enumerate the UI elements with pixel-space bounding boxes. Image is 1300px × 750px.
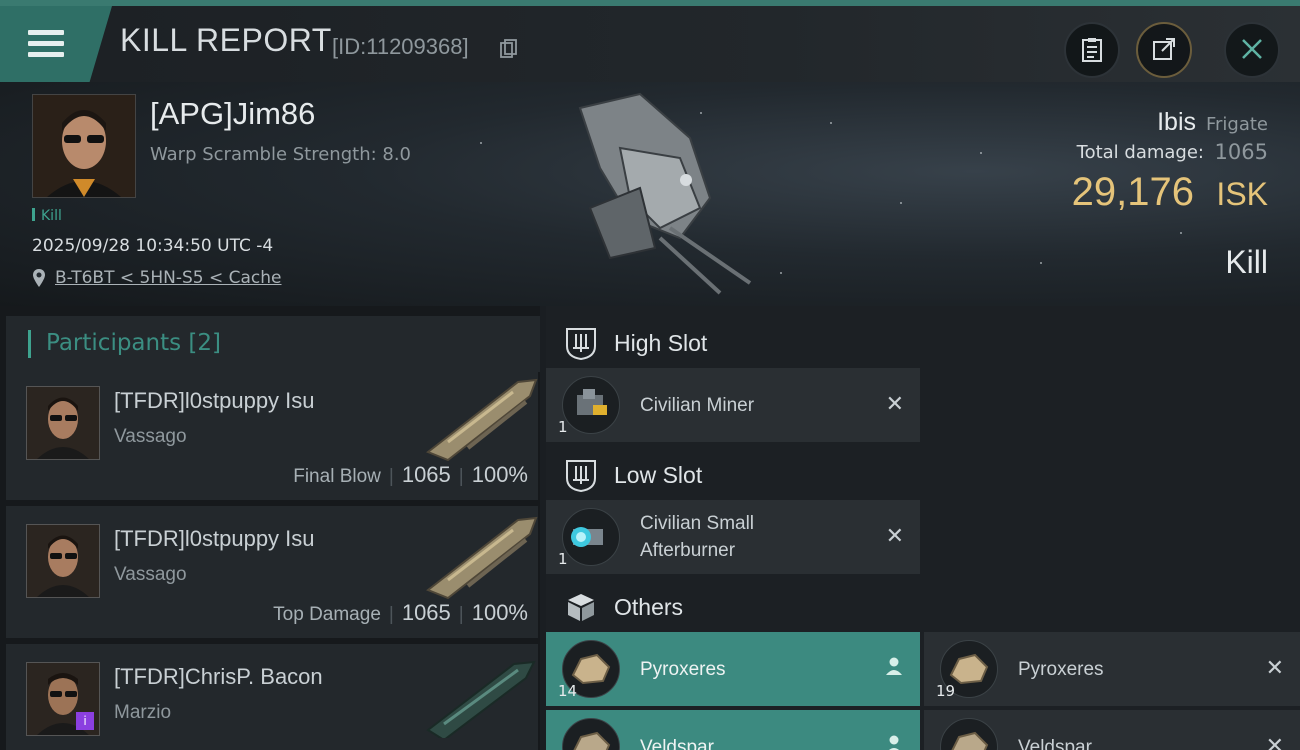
cargo-item[interactable]: 14 Pyroxeres	[546, 632, 920, 706]
location-link[interactable]: B-T6BT < 5HN-S5 < Cache	[55, 268, 282, 288]
participant-card[interactable]: i [TFDR]ChrisP. Bacon Marzio	[6, 644, 538, 750]
participant-ship: Vassago	[114, 564, 187, 585]
ore-icon	[562, 718, 620, 750]
isk-value: 29,176	[1071, 170, 1194, 214]
high-slot-icon	[566, 328, 596, 360]
avatar	[33, 95, 135, 197]
participant-percent: 100%	[471, 462, 528, 487]
remove-icon[interactable]: ✕	[1266, 734, 1284, 750]
item-quantity: 1	[558, 550, 568, 568]
high-slot-header: High Slot	[546, 312, 1300, 372]
clipboard-button[interactable]	[1064, 22, 1120, 78]
item-name: Veldspar	[640, 737, 714, 750]
hamburger-icon	[28, 30, 64, 63]
low-slot-label: Low Slot	[614, 462, 703, 488]
share-icon	[1153, 38, 1175, 60]
participant-name: [TFDR]l0stpuppy Isu	[114, 526, 315, 551]
participants-label: Participants [2]	[46, 330, 221, 356]
item-name: Pyroxeres	[1018, 659, 1104, 680]
user-icon[interactable]	[884, 734, 904, 750]
ship-render	[578, 92, 752, 295]
civilian-miner-icon	[562, 376, 620, 434]
victim-portrait[interactable]	[32, 94, 136, 198]
page-title: KILL REPORT	[120, 22, 332, 58]
isk-unit: ISK	[1216, 176, 1268, 212]
avatar	[26, 524, 100, 598]
fitting-panel: High Slot 1 Civilian Miner ✕ Low Slot 1 …	[546, 306, 1300, 750]
item-quantity: 14	[558, 682, 578, 700]
item-quantity: 19	[936, 682, 956, 700]
ore-icon	[940, 718, 998, 750]
participant-percent: 100%	[471, 600, 528, 625]
participant-name: [TFDR]ChrisP. Bacon	[114, 664, 323, 689]
participant-damage: 1065	[401, 600, 451, 625]
participant-stats: Top Damage | 1065 | 100%	[273, 600, 528, 625]
kill-id: [ID:11209368]	[332, 34, 469, 59]
kill-timestamp: 2025/09/28 10:34:50 UTC -4	[32, 236, 274, 256]
participant-card[interactable]: [TFDR]l0stpuppy Isu Vassago Top Damage | 1…	[6, 506, 538, 638]
total-damage-value: 1065	[1214, 140, 1268, 164]
participant-stats: Final Blow | 1065 | 100%	[293, 462, 528, 487]
cargo-item[interactable]: 19 Pyroxeres ✕	[924, 632, 1300, 706]
participant-ship: Vassago	[114, 426, 187, 447]
remove-icon[interactable]: ✕	[886, 524, 904, 549]
participant-ship-icon	[426, 378, 538, 462]
kill-result: Kill	[1225, 244, 1268, 280]
user-icon[interactable]	[884, 656, 904, 676]
close-icon	[1242, 39, 1262, 59]
close-button[interactable]	[1224, 22, 1280, 78]
participant-name: [TFDR]l0stpuppy Isu	[114, 388, 315, 413]
ship-class: Frigate	[1205, 114, 1268, 135]
victim-summary: [APG]Jim86 Warp Scramble Strength: 8.0 K…	[0, 82, 1300, 306]
item-name: Veldspar	[1018, 737, 1092, 750]
victim-name[interactable]: [APG]Jim86	[150, 96, 315, 132]
kill-type-tag: Kill	[32, 208, 62, 224]
item-quantity: 1	[558, 418, 568, 436]
info-badge-icon: i	[76, 712, 94, 730]
clipboard-icon	[1082, 38, 1102, 62]
others-label: Others	[614, 594, 684, 620]
participant-role: Final Blow	[293, 466, 381, 487]
others-header: Others	[546, 576, 1300, 636]
header-bar: KILL REPORT [ID:11209368]	[0, 6, 1300, 82]
warp-scramble-strength: Warp Scramble Strength: 8.0	[150, 144, 412, 165]
cargo-box-icon	[568, 594, 594, 621]
module-item[interactable]: 1 Civilian Miner ✕	[546, 368, 920, 442]
participant-card[interactable]: [TFDR]l0stpuppy Isu Vassago Final Blow | 1…	[6, 368, 538, 500]
module-item[interactable]: 1 Civilian Small Afterburner ✕	[546, 500, 920, 574]
cargo-item[interactable]: Veldspar ✕	[924, 710, 1300, 750]
item-name: Civilian Small Afterburner	[640, 513, 755, 561]
remove-icon[interactable]: ✕	[1266, 656, 1284, 681]
participants-panel: Participants [2] [TFDR]l0stpuppy Isu Vas…	[0, 306, 540, 750]
participants-header[interactable]: Participants [2]	[6, 316, 540, 372]
participant-damage: 1065	[401, 462, 451, 487]
high-slot-label: High Slot	[614, 330, 708, 356]
share-button[interactable]	[1136, 22, 1192, 78]
cargo-item[interactable]: Veldspar	[546, 710, 920, 750]
total-damage-label: Total damage:	[1076, 142, 1204, 163]
ship-name: Ibis	[1157, 108, 1196, 136]
remove-icon[interactable]: ✕	[886, 392, 904, 417]
location-pin-icon	[33, 269, 45, 287]
participant-ship-icon	[426, 660, 536, 738]
menu-button[interactable]	[0, 6, 112, 82]
item-name: Pyroxeres	[640, 659, 726, 680]
low-slot-header: Low Slot	[546, 444, 1300, 504]
afterburner-icon	[562, 508, 620, 566]
item-name: Civilian Miner	[640, 395, 755, 416]
participant-ship-icon	[426, 516, 538, 600]
participant-ship: Marzio	[114, 702, 172, 723]
low-slot-icon	[566, 460, 596, 492]
copy-icon[interactable]	[500, 39, 518, 59]
participant-role: Top Damage	[273, 604, 381, 625]
avatar	[26, 386, 100, 460]
